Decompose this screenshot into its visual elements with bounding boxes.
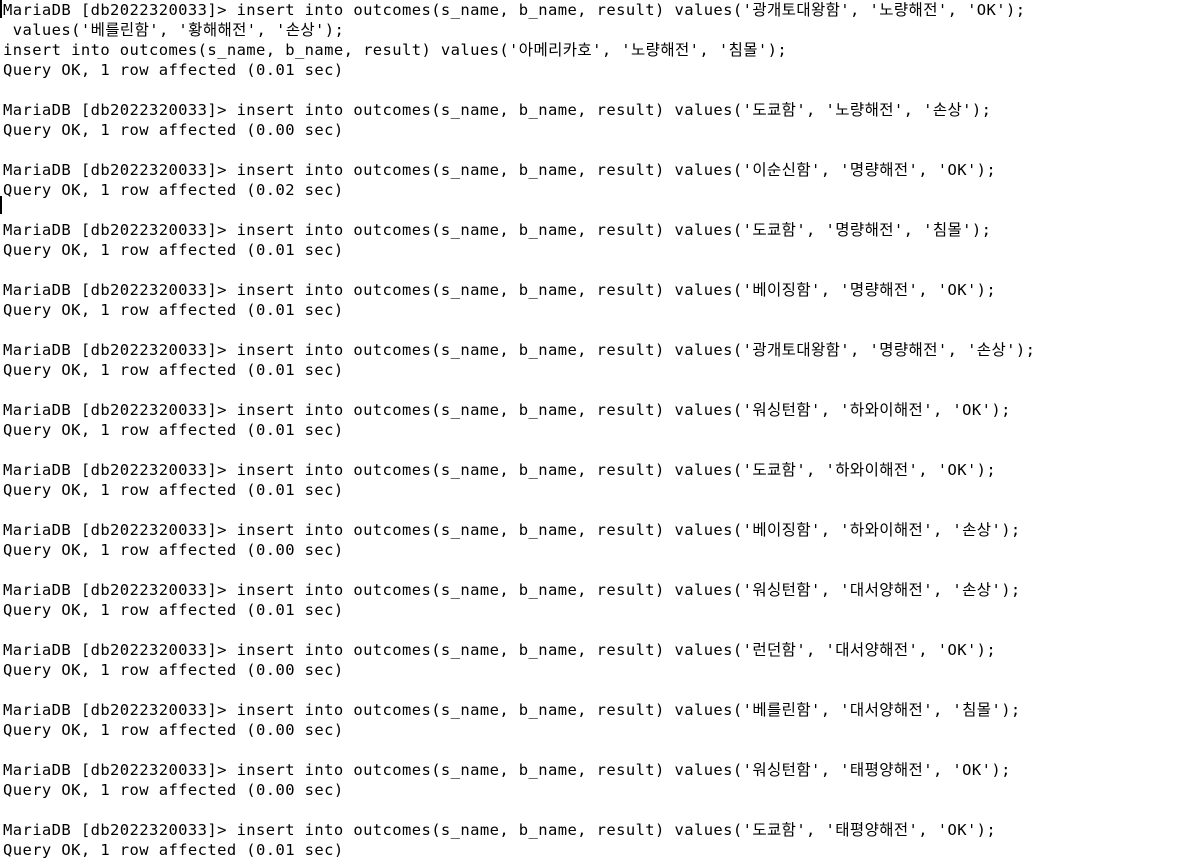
- query-result-line: Query OK, 1 row affected (0.00 sec): [3, 781, 344, 799]
- prompt-line: MariaDB [db2022320033]> insert into outc…: [3, 581, 1021, 599]
- prompt-line: MariaDB [db2022320033]> insert into outc…: [3, 221, 992, 239]
- left-edge-caret: [0, 196, 2, 214]
- continuation-line: values('베를린함', '황해해전', '손상');: [3, 21, 345, 39]
- prompt-line: MariaDB [db2022320033]> insert into outc…: [3, 101, 992, 119]
- query-result-line: Query OK, 1 row affected (0.00 sec): [3, 541, 344, 559]
- terminal-output[interactable]: MariaDB [db2022320033]> insert into outc…: [3, 0, 1035, 858]
- prompt-line: MariaDB [db2022320033]> insert into outc…: [3, 641, 997, 659]
- prompt-line: MariaDB [db2022320033]> insert into outc…: [3, 461, 997, 479]
- prompt-line: MariaDB [db2022320033]> insert into outc…: [3, 341, 1036, 359]
- prompt-line: MariaDB [db2022320033]> insert into outc…: [3, 761, 1011, 779]
- query-result-line: Query OK, 1 row affected (0.01 sec): [3, 421, 344, 439]
- query-result-line: Query OK, 1 row affected (0.01 sec): [3, 481, 344, 499]
- prompt-line: MariaDB [db2022320033]> insert into outc…: [3, 821, 997, 839]
- prompt-line: MariaDB [db2022320033]> insert into outc…: [3, 161, 997, 179]
- prompt-line: MariaDB [db2022320033]> insert into outc…: [3, 401, 1011, 419]
- query-result-line: Query OK, 1 row affected (0.01 sec): [3, 841, 344, 858]
- terminal-window[interactable]: MariaDB [db2022320033]> insert into outc…: [0, 0, 1182, 858]
- query-result-line: Query OK, 1 row affected (0.01 sec): [3, 601, 344, 619]
- query-result-line: Query OK, 1 row affected (0.01 sec): [3, 301, 344, 319]
- continuation-line: insert into outcomes(s_name, b_name, res…: [3, 41, 788, 59]
- prompt-line: MariaDB [db2022320033]> insert into outc…: [3, 1, 1026, 19]
- query-result-line: Query OK, 1 row affected (0.01 sec): [3, 241, 344, 259]
- left-edge-caret: [0, 0, 2, 18]
- query-result-line: Query OK, 1 row affected (0.01 sec): [3, 361, 344, 379]
- query-result-line: Query OK, 1 row affected (0.00 sec): [3, 721, 344, 739]
- query-result-line: Query OK, 1 row affected (0.01 sec): [3, 61, 344, 79]
- prompt-line: MariaDB [db2022320033]> insert into outc…: [3, 521, 1021, 539]
- query-result-line: Query OK, 1 row affected (0.00 sec): [3, 121, 344, 139]
- prompt-line: MariaDB [db2022320033]> insert into outc…: [3, 281, 997, 299]
- query-result-line: Query OK, 1 row affected (0.02 sec): [3, 181, 344, 199]
- prompt-line: MariaDB [db2022320033]> insert into outc…: [3, 701, 1021, 719]
- query-result-line: Query OK, 1 row affected (0.00 sec): [3, 661, 344, 679]
